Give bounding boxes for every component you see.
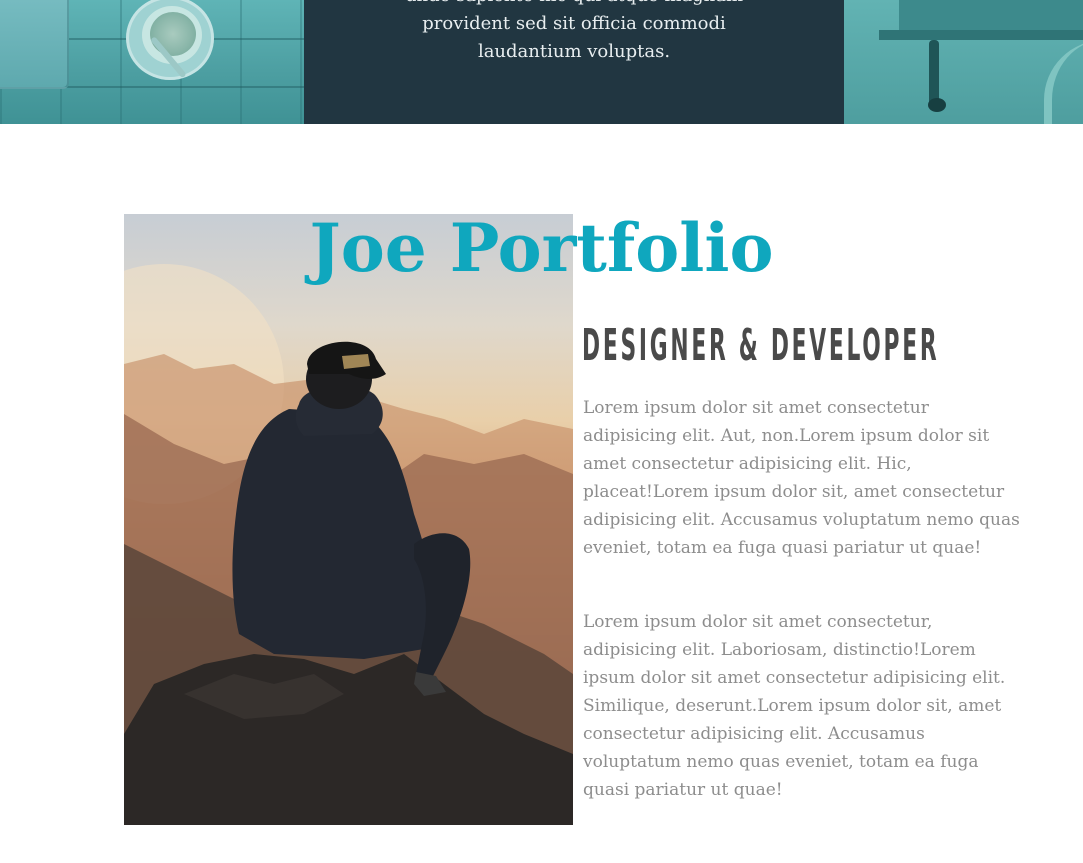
laptop-image bbox=[0, 0, 69, 89]
banner-desk-image-left bbox=[0, 0, 304, 124]
subtitle: DESIGNER & DEVELOPER bbox=[582, 320, 940, 371]
testimonial-banner: unde sapiente hic qui atque magnam provi… bbox=[0, 0, 1083, 124]
banner-quote-line: provident sed sit officia commodi bbox=[422, 13, 726, 34]
person-on-mountain-photo bbox=[124, 214, 573, 825]
chair-back-image bbox=[1044, 40, 1083, 124]
photo-illustration bbox=[124, 264, 573, 825]
page-title: Joe Portfolio bbox=[309, 209, 774, 287]
page: unde sapiente hic qui atque magnam provi… bbox=[0, 0, 1083, 863]
about-paragraph: Lorem ipsum dolor sit amet consectetur a… bbox=[583, 398, 1020, 558]
banner-quote-text: unde sapiente hic qui atque magnam provi… bbox=[304, 0, 844, 66]
banner-quote-panel: unde sapiente hic qui atque magnam provi… bbox=[304, 0, 844, 124]
desk-edge-image bbox=[879, 30, 1083, 40]
banner-quote-line: unde sapiente hic qui atque magnam bbox=[304, 0, 844, 10]
banner-desk-image-right bbox=[844, 0, 1083, 124]
about-paragraph: Lorem ipsum dolor sit amet consectetur, … bbox=[583, 612, 1006, 800]
chair-wheel-image bbox=[928, 98, 946, 112]
banner-quote-line: laudantium voluptas. bbox=[477, 41, 671, 62]
